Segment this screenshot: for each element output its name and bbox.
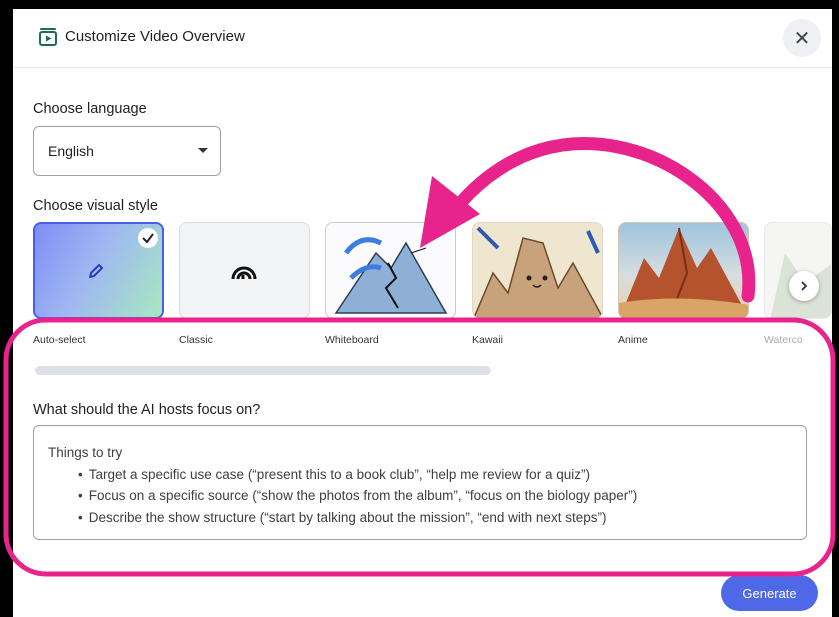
generate-button[interactable]: Generate: [721, 575, 818, 611]
focus-tip: Target a specific use case (“present thi…: [78, 464, 792, 486]
style-label-anime: Anime: [618, 334, 648, 346]
visual-style-label: Choose visual style: [33, 198, 158, 214]
style-card-anime[interactable]: [618, 222, 749, 319]
style-card-whiteboard[interactable]: [325, 222, 456, 319]
screenshot-border-top: [0, 0, 839, 9]
anime-style-image: [619, 227, 748, 318]
carousel-next-button[interactable]: [789, 271, 819, 301]
style-card-auto-select[interactable]: [33, 222, 164, 319]
selected-check-icon: [138, 228, 158, 248]
focus-tips-list: Target a specific use case (“present thi…: [48, 464, 792, 529]
style-label-watercolor: Waterco: [764, 334, 803, 346]
style-card-classic[interactable]: [179, 222, 310, 319]
dialog-header: Customize Video Overview ✕: [13, 9, 832, 68]
focus-textarea[interactable]: Things to try Target a specific use case…: [33, 425, 807, 540]
focus-tip: Describe the show structure (“start by t…: [78, 507, 792, 529]
screenshot-border-right: [832, 0, 839, 617]
classic-style-icon: [231, 266, 257, 280]
screenshot-border-left: [0, 0, 13, 617]
kawaii-style-image: [473, 226, 602, 318]
customize-video-dialog: Customize Video Overview ✕ Choose langua…: [13, 9, 832, 617]
pencil-icon: [89, 264, 103, 278]
video-overview-icon: [39, 28, 57, 46]
style-label-whiteboard: Whiteboard: [325, 334, 379, 346]
close-button[interactable]: ✕: [783, 19, 821, 57]
focus-label: What should the AI hosts focus on?: [33, 402, 261, 418]
language-label: Choose language: [33, 101, 147, 117]
focus-tip: Focus on a specific source (“show the ph…: [78, 485, 792, 507]
dropdown-caret-icon: [198, 148, 208, 153]
close-icon: ✕: [793, 27, 811, 50]
style-card-kawaii[interactable]: [472, 222, 603, 319]
whiteboard-style-image: [334, 237, 448, 314]
style-label-auto-select: Auto-select: [33, 334, 86, 346]
dialog-title: Customize Video Overview: [65, 28, 245, 45]
focus-placeholder-intro: Things to try: [48, 445, 123, 460]
style-label-classic: Classic: [179, 334, 213, 346]
style-label-kawaii: Kawaii: [472, 334, 503, 346]
language-value: English: [48, 143, 94, 159]
language-select[interactable]: English: [33, 126, 221, 176]
carousel-scrollbar[interactable]: [35, 366, 491, 375]
chevron-right-icon: [801, 281, 808, 291]
style-card-watercolor[interactable]: [764, 222, 832, 319]
